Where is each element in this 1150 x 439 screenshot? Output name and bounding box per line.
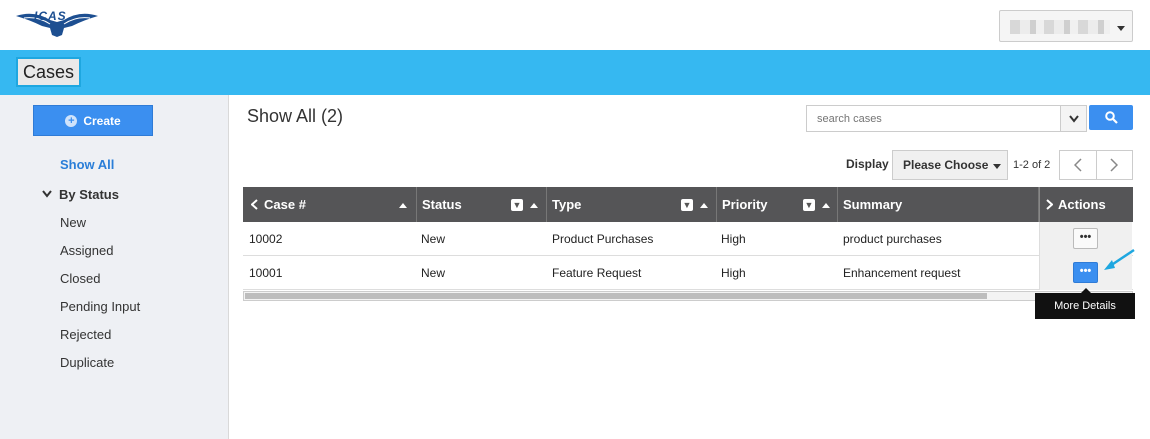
chevron-left-icon: [1073, 158, 1082, 172]
caret-down-icon: [993, 164, 1001, 169]
column-label-priority: Priority: [722, 197, 768, 212]
sidebar-item-new[interactable]: New: [60, 215, 86, 230]
list-title: Show All (2): [247, 106, 344, 126]
column-label-case: Case #: [264, 197, 306, 212]
table-header: Case # Status ▼ Type ▼ Priority ▼ Summar…: [243, 187, 1133, 222]
cell-priority: High: [721, 232, 746, 246]
sidebar: + Create Show All By Status New Assigned…: [0, 95, 229, 439]
sidebar-item-duplicate[interactable]: Duplicate: [60, 355, 114, 370]
tooltip-arrow: [1081, 288, 1091, 293]
page-title: Cases: [16, 57, 82, 87]
column-header-type[interactable]: Type ▼: [547, 187, 717, 222]
sort-up-icon: [700, 203, 708, 208]
user-menu-dropdown[interactable]: [999, 10, 1133, 42]
search-dropdown-toggle[interactable]: [1060, 106, 1086, 131]
more-actions-button[interactable]: •••: [1073, 228, 1098, 249]
sidebar-group-by-status[interactable]: By Status: [42, 187, 119, 202]
icas-logo[interactable]: ICAS: [14, 8, 100, 38]
cell-type: Feature Request: [552, 266, 642, 280]
cell-case: 10002: [249, 232, 283, 246]
sidebar-item-rejected[interactable]: Rejected: [60, 327, 111, 342]
user-name-blurred: [1010, 20, 1110, 34]
sidebar-item-show-all[interactable]: Show All: [60, 157, 114, 172]
logo-text: ICAS: [34, 9, 67, 23]
filter-icon[interactable]: ▼: [803, 199, 815, 211]
caret-down-icon: [1117, 26, 1125, 31]
sort-up-icon: [822, 203, 830, 208]
cell-type: Product Purchases: [552, 232, 654, 246]
column-header-status[interactable]: Status ▼: [417, 187, 547, 222]
column-header-summary[interactable]: Summary: [838, 187, 1039, 222]
plus-icon: +: [65, 114, 78, 127]
table-row[interactable]: 10002 New Product Purchases High product…: [243, 222, 1133, 256]
cell-priority: High: [721, 266, 746, 280]
pager: [1059, 150, 1133, 180]
search-icon: [1104, 111, 1118, 124]
prev-page-button[interactable]: [1060, 151, 1096, 179]
column-label-type: Type: [552, 197, 582, 212]
sidebar-item-assigned[interactable]: Assigned: [60, 243, 113, 258]
chevron-down-icon: [1069, 115, 1079, 123]
column-label-summary: Summary: [843, 197, 903, 212]
sort-up-icon: [399, 203, 407, 208]
table-row[interactable]: 10001 New Feature Request High Enhanceme…: [243, 256, 1133, 290]
chevron-right-icon: [1110, 158, 1119, 172]
filter-icon[interactable]: ▼: [681, 199, 693, 211]
arrow-pointer-icon: [1104, 248, 1135, 270]
column-label-status: Status: [422, 197, 462, 212]
search-box: [806, 105, 1087, 132]
module-bar: Cases: [0, 50, 1150, 95]
create-button[interactable]: + Create: [33, 105, 153, 136]
horizontal-scrollbar[interactable]: [243, 291, 1133, 301]
column-label-actions: Actions: [1058, 197, 1106, 212]
top-bar: ICAS: [0, 0, 1150, 50]
display-select-value: Please Choose: [903, 158, 989, 172]
create-label: Create: [83, 113, 121, 128]
sidebar-item-pending-input[interactable]: Pending Input: [60, 299, 140, 314]
display-select[interactable]: Please Choose: [892, 150, 1008, 180]
chevron-down-icon: [42, 189, 52, 201]
cell-summary: product purchases: [843, 232, 942, 246]
next-page-button[interactable]: [1095, 151, 1133, 179]
chevron-left-icon: [251, 199, 258, 210]
cell-status: New: [421, 266, 446, 280]
search-input[interactable]: [807, 106, 1060, 131]
column-header-case[interactable]: Case #: [243, 187, 417, 222]
chevron-right-icon: [1046, 199, 1053, 210]
main-content: Show All (2) Display Please Choose 1-2 o…: [230, 95, 1150, 439]
cell-status: New: [421, 232, 446, 246]
display-label: Display: [846, 157, 889, 171]
sort-up-icon: [530, 203, 538, 208]
more-details-tooltip: More Details: [1035, 288, 1135, 319]
cell-summary: Enhancement request: [843, 266, 961, 280]
more-actions-button[interactable]: •••: [1073, 262, 1098, 283]
pagination-range: 1-2 of 2: [1013, 159, 1051, 171]
column-header-priority[interactable]: Priority ▼: [717, 187, 838, 222]
column-header-actions[interactable]: Actions: [1039, 187, 1133, 222]
cell-case: 10001: [249, 266, 283, 280]
sidebar-item-closed[interactable]: Closed: [60, 271, 100, 286]
filter-icon[interactable]: ▼: [511, 199, 523, 211]
by-status-label: By Status: [59, 187, 119, 202]
search-button[interactable]: [1089, 105, 1133, 130]
tooltip-text: More Details: [1054, 300, 1116, 312]
scrollbar-thumb[interactable]: [245, 293, 987, 299]
